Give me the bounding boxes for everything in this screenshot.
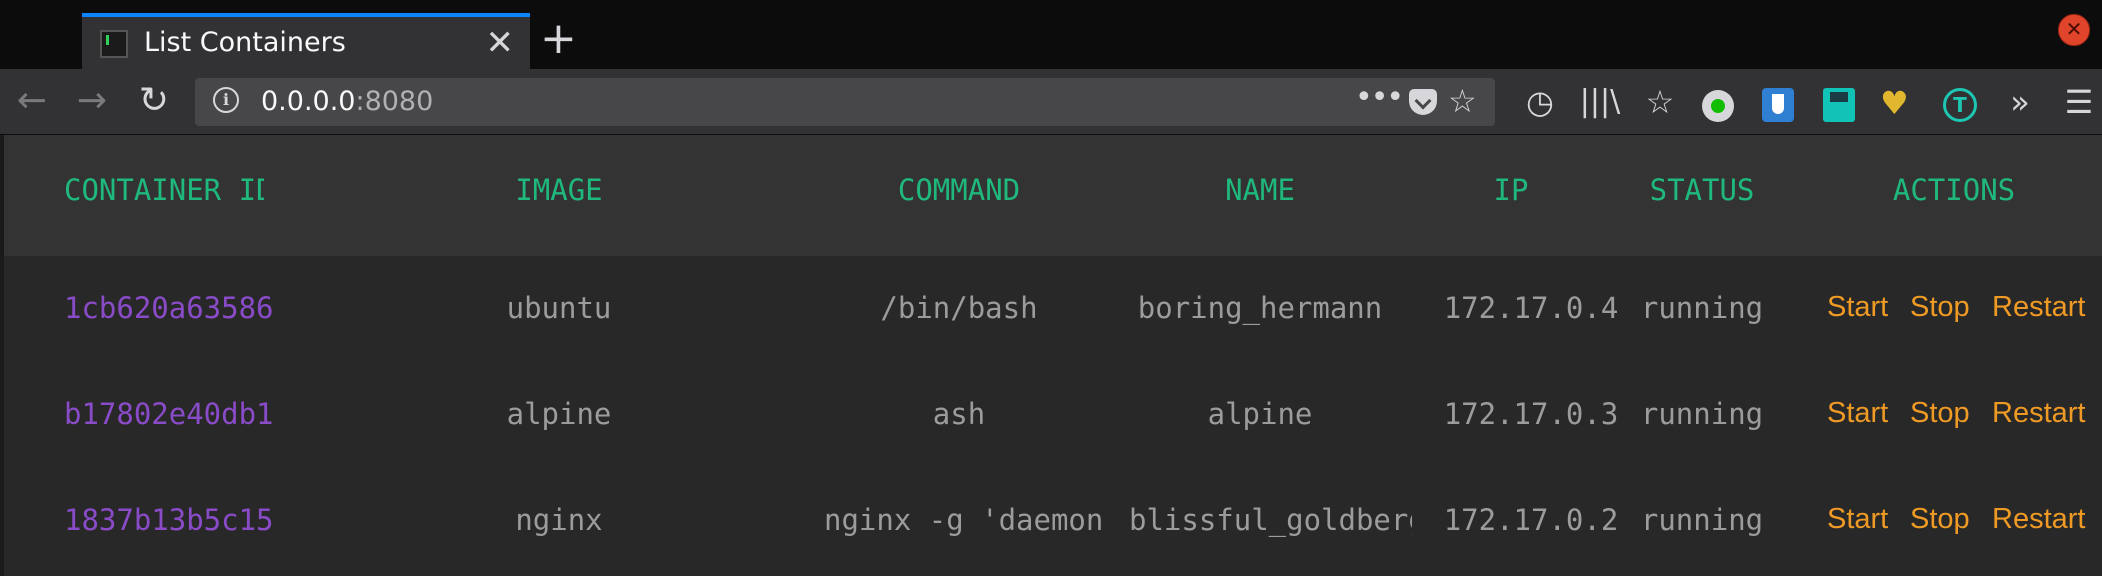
browser-tab[interactable]: List Containers ✕ [82, 13, 530, 69]
command-cell: ash [932, 397, 986, 431]
url-port: :8080 [355, 86, 434, 117]
t-extension-icon[interactable]: T [1943, 88, 1977, 122]
reload-icon[interactable]: ↻ [134, 77, 174, 125]
url-bar[interactable]: i 0.0.0.0:8080 ••• ☆ [195, 78, 1495, 126]
status-cell: running [1640, 397, 1764, 431]
container-id: b17802e40db1 [64, 397, 274, 431]
bookmark-star-icon[interactable]: ☆ [1448, 82, 1477, 120]
restart-link[interactable]: Restart [1992, 291, 2085, 324]
start-link[interactable]: Start [1827, 291, 1888, 324]
table-header: CONTAINER ID IMAGE COMMAND NAME IP STATU… [4, 135, 2102, 256]
start-link[interactable]: Start [1827, 397, 1888, 430]
name-cell: alpine [1207, 397, 1313, 431]
restart-link[interactable]: Restart [1992, 397, 2085, 430]
new-tab-button[interactable]: + [540, 14, 577, 64]
status-cell: running [1640, 291, 1764, 325]
terminal-favicon-icon [100, 30, 128, 58]
header-container-id: CONTAINER ID [64, 173, 264, 207]
page-content: CONTAINER ID IMAGE COMMAND NAME IP STATU… [0, 135, 2102, 576]
stop-link[interactable]: Stop [1910, 503, 1970, 536]
header-actions: ACTIONS [1892, 173, 2016, 207]
container-id: 1cb620a63586 [64, 291, 274, 325]
hamburger-menu-icon[interactable]: ☰ [2060, 79, 2098, 125]
tab-title: List Containers [144, 27, 346, 58]
bookmarks-menu-icon[interactable]: ☆ [1640, 79, 1680, 125]
page-actions-icon[interactable]: ••• [1355, 80, 1404, 115]
command-cell: nginx -g 'daemon off;' [824, 503, 1112, 537]
site-info-icon[interactable]: i [213, 87, 239, 113]
header-command: COMMAND [897, 173, 1021, 207]
bitwarden-icon[interactable] [1762, 88, 1794, 122]
header-image: IMAGE [515, 173, 603, 207]
header-name: NAME [1225, 173, 1295, 207]
forward-icon[interactable]: → [72, 77, 112, 125]
navigation-toolbar: ← → ↻ i 0.0.0.0:8080 ••• ☆ ◷ |||\ ☆ ♥ T … [0, 69, 2102, 135]
ip-cell: 172.17.0.3 [1443, 397, 1619, 431]
library-icon[interactable]: |||\ [1578, 79, 1622, 125]
image-cell: nginx [515, 503, 603, 537]
name-cell: blissful_goldberg [1129, 503, 1412, 537]
container-id: 1837b13b5c15 [64, 503, 274, 537]
header-ip: IP [1493, 173, 1529, 207]
save-icon[interactable] [1823, 88, 1855, 122]
status-cell: running [1640, 503, 1764, 537]
window-close-button[interactable]: ✕ [2058, 14, 2090, 46]
tab-close-icon[interactable]: ✕ [486, 23, 515, 63]
colorful-heart-icon[interactable]: ♥ [1880, 83, 1909, 123]
name-cell: boring_hermann [1137, 291, 1383, 325]
pocket-icon[interactable] [1409, 89, 1437, 115]
stop-link[interactable]: Stop [1910, 397, 1970, 430]
back-icon[interactable]: ← [12, 77, 52, 125]
stop-link[interactable]: Stop [1910, 291, 1970, 324]
command-cell: /bin/bash [880, 291, 1038, 325]
ip-cell: 172.17.0.2 [1443, 503, 1619, 537]
ip-cell: 172.17.0.4 [1443, 291, 1619, 325]
tab-strip: List Containers ✕ + ✕ [0, 0, 2102, 69]
start-link[interactable]: Start [1827, 503, 1888, 536]
overflow-icon[interactable]: » [2000, 79, 2040, 125]
image-cell: alpine [506, 397, 612, 431]
restart-link[interactable]: Restart [1992, 503, 2085, 536]
history-icon[interactable]: ◷ [1520, 79, 1560, 125]
extension-green-dot-icon[interactable] [1702, 90, 1734, 122]
header-status: STATUS [1649, 173, 1755, 207]
url-host: 0.0.0.0 [261, 86, 356, 117]
url-text[interactable]: 0.0.0.0:8080 [261, 86, 433, 117]
image-cell: ubuntu [506, 291, 612, 325]
